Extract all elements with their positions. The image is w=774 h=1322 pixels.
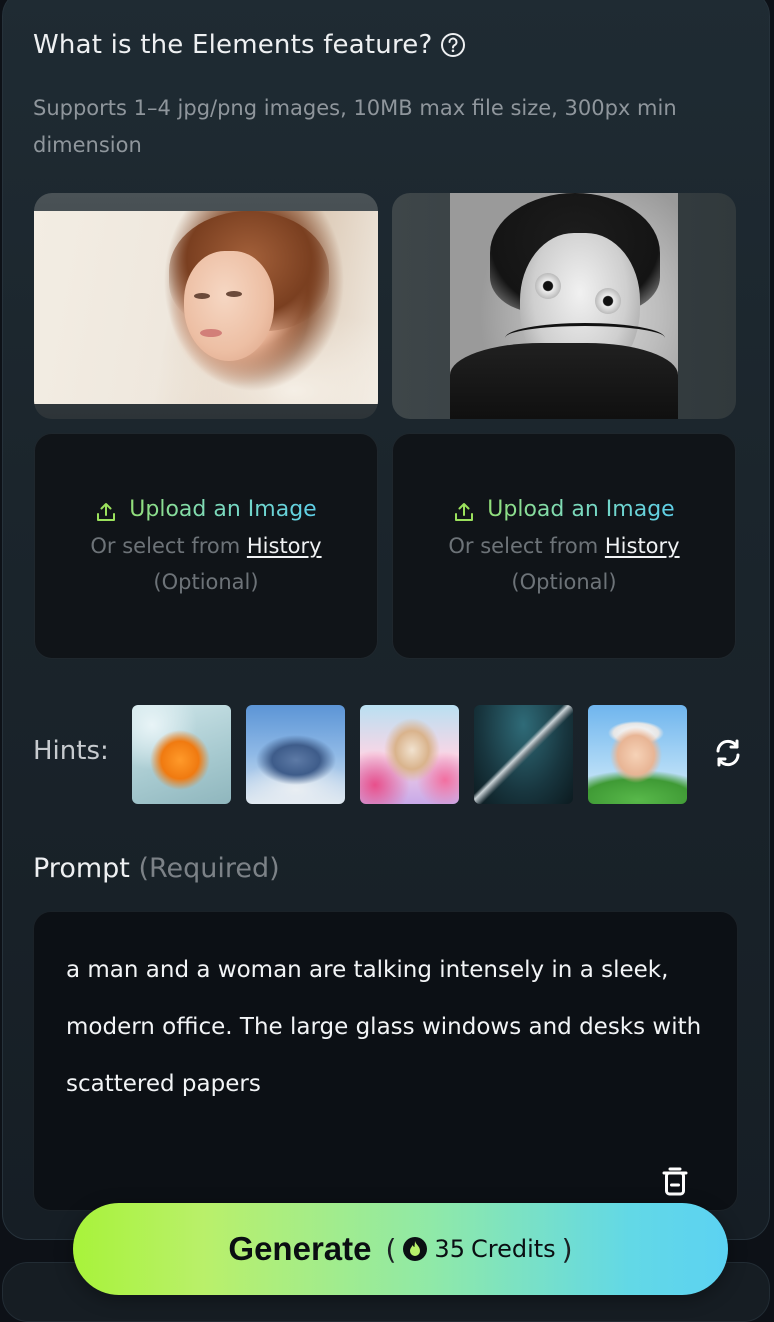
- help-circle-icon[interactable]: [440, 32, 466, 58]
- element-image-1[interactable]: [34, 193, 378, 419]
- flame-icon: [402, 1236, 428, 1262]
- hint-thumbnail-sword-ruins[interactable]: [474, 705, 573, 804]
- generate-button[interactable]: Generate ( 35 Credits ): [73, 1203, 728, 1295]
- refresh-icon: [716, 739, 740, 767]
- section-title: What is the Elements feature?: [33, 30, 466, 60]
- upload-slot-4[interactable]: Upload an Image Or select from History (…: [392, 433, 736, 659]
- required-tag: (Required): [138, 853, 280, 884]
- hints-label: Hints:: [33, 736, 109, 766]
- prompt-textarea[interactable]: a man and a woman are talking intensely …: [33, 911, 738, 1211]
- credits-value: 35: [434, 1235, 465, 1263]
- credits-cost: ( 35 Credits ): [385, 1233, 572, 1266]
- close-paren: ): [561, 1232, 573, 1266]
- open-paren: (: [385, 1232, 397, 1266]
- optional-label: (Optional): [511, 570, 617, 594]
- mustache-man-portrait-image: [450, 193, 678, 419]
- hint-thumbnail-cartoon-boy[interactable]: [588, 705, 687, 804]
- upload-image-link[interactable]: Upload an Image: [453, 492, 674, 528]
- credits-unit: Credits: [470, 1235, 556, 1263]
- select-history-line: Or select from History: [90, 528, 321, 564]
- hint-thumbnail-goldfish[interactable]: [132, 705, 231, 804]
- section-title-text: What is the Elements feature?: [33, 30, 433, 60]
- refresh-hints-button[interactable]: [711, 736, 745, 770]
- hint-thumbnail-kitten-candy[interactable]: [360, 705, 459, 804]
- upload-image-label: Upload an Image: [129, 497, 317, 522]
- woman-portrait-image: [34, 211, 378, 404]
- clear-prompt-button[interactable]: [660, 1164, 690, 1198]
- optional-label: (Optional): [153, 570, 259, 594]
- generate-label: Generate: [228, 1230, 372, 1267]
- prompt-text[interactable]: a man and a woman are talking intensely …: [66, 942, 706, 1113]
- upload-icon: [453, 499, 475, 521]
- upload-slot-3[interactable]: Upload an Image Or select from History (…: [34, 433, 378, 659]
- hint-thumbnail-pegasus[interactable]: [246, 705, 345, 804]
- upload-image-label: Upload an Image: [487, 497, 675, 522]
- prompt-label-text: Prompt: [33, 853, 130, 884]
- select-history-line: Or select from History: [448, 528, 679, 564]
- upload-icon: [95, 499, 117, 521]
- prompt-label: Prompt (Required): [33, 853, 280, 884]
- element-image-2[interactable]: [392, 193, 736, 419]
- upload-image-link[interactable]: Upload an Image: [95, 492, 316, 528]
- or-select-text: Or select from: [448, 534, 599, 558]
- history-link[interactable]: History: [605, 534, 680, 558]
- or-select-text: Or select from: [90, 534, 241, 558]
- history-link[interactable]: History: [247, 534, 322, 558]
- upload-requirements: Supports 1–4 jpg/png images, 10MB max fi…: [33, 96, 677, 157]
- trash-icon: [662, 1167, 688, 1196]
